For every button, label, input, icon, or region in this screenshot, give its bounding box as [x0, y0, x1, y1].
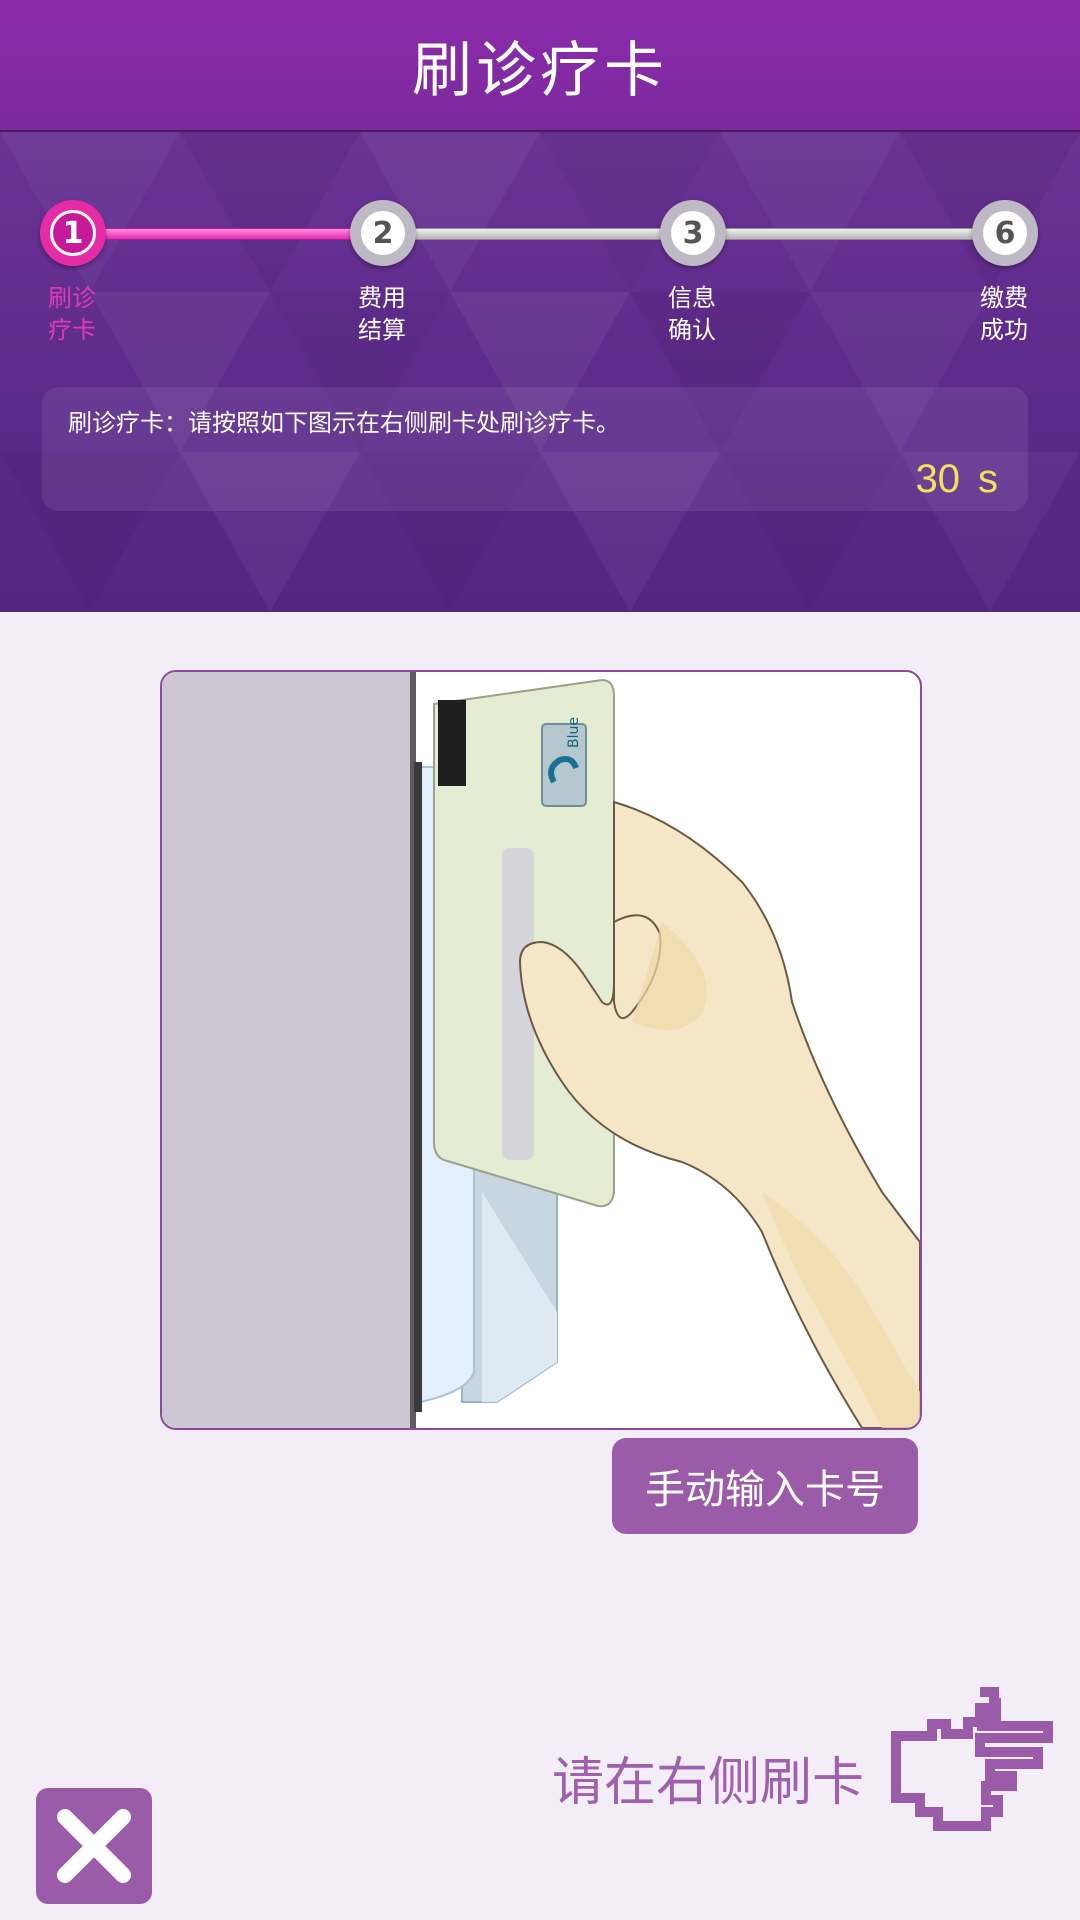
countdown-unit: s	[978, 457, 998, 501]
step-3-label-line1: 信息	[668, 284, 716, 312]
step-2-label-line2: 结算	[358, 316, 406, 344]
pointing-hand-icon	[891, 1687, 1053, 1831]
manual-input-button[interactable]: 手动输入卡号	[612, 1438, 918, 1534]
card-swipe-graphic: Blue	[162, 672, 920, 1428]
swipe-prompt-text: 请在右侧刷卡	[552, 1753, 865, 1813]
progress-panel: 1 2 3 6 刷诊 疗卡 费用 结算 信息 确认 缴费 成功 刷诊疗卡：请按照…	[0, 132, 1080, 612]
step-2-label-line1: 费用	[358, 284, 406, 312]
instruction-text: 刷诊疗卡：请按照如下图示在右侧刷卡处刷诊疗卡。	[68, 409, 620, 437]
header-bar: 刷诊疗卡	[0, 0, 1080, 132]
step-4-label-line2: 成功	[980, 316, 1028, 344]
instruction-box: 刷诊疗卡：请按照如下图示在右侧刷卡处刷诊疗卡。 30 s	[42, 387, 1028, 511]
step-4-label: 缴费 成功	[980, 282, 1050, 346]
step-connector-3	[720, 228, 982, 240]
step-1-label-line2: 疗卡	[48, 316, 96, 344]
step-3-number: 3	[671, 211, 715, 255]
step-4-node: 6	[972, 200, 1038, 266]
step-1-label-line1: 刷诊	[48, 284, 96, 312]
card-brand-text: Blue	[566, 717, 582, 748]
step-1-label: 刷诊 疗卡	[48, 282, 118, 346]
step-connector-2	[410, 228, 672, 240]
step-3-label-line2: 确认	[668, 316, 716, 344]
page-title: 刷诊疗卡	[412, 35, 668, 106]
countdown-value: 30	[915, 457, 961, 501]
step-3-label: 信息 确认	[668, 282, 738, 346]
card-swipe-illustration: Blue	[160, 670, 922, 1430]
step-1-number: 1	[50, 210, 96, 256]
close-button[interactable]	[36, 1788, 152, 1904]
step-4-number: 6	[983, 211, 1027, 255]
step-2-label: 费用 结算	[358, 282, 428, 346]
close-icon	[57, 1809, 131, 1883]
countdown-timer: 30 s	[916, 457, 999, 502]
step-4-label-line1: 缴费	[980, 284, 1028, 312]
step-connector-1	[100, 228, 362, 240]
step-2-node: 2	[350, 200, 416, 266]
step-3-node: 3	[660, 200, 726, 266]
step-2-number: 2	[361, 211, 405, 255]
step-indicator: 1 2 3 6 刷诊 疗卡 费用 结算 信息 确认 缴费 成功	[0, 132, 1080, 392]
step-1-node: 1	[40, 200, 106, 266]
